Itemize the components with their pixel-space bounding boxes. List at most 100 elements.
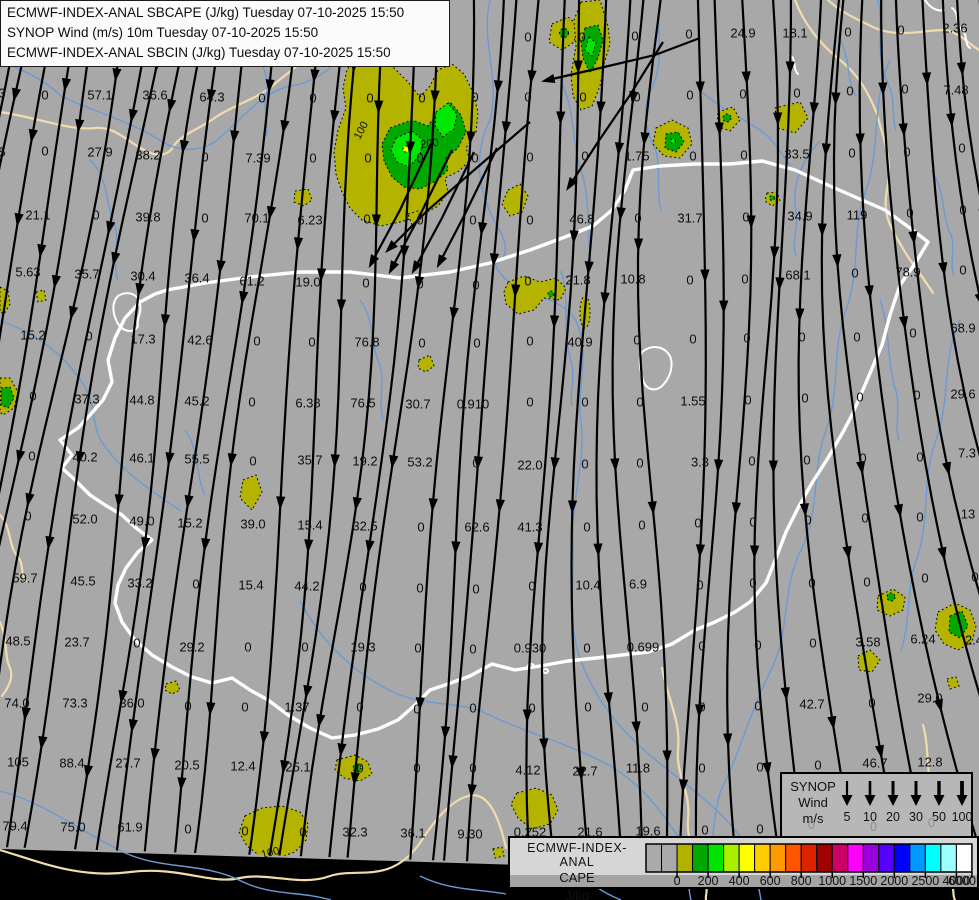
wind-arrow-icon xyxy=(933,795,945,806)
wind-arrow-icon xyxy=(910,795,922,806)
station-value: 46.1 xyxy=(129,451,154,466)
station-value: 6.24 xyxy=(910,632,935,647)
station-value: 0 xyxy=(133,636,140,651)
station-value: 0 xyxy=(362,276,369,291)
wind-arrow-icon xyxy=(864,795,876,806)
station-value: 0 xyxy=(749,515,756,530)
station-value: 0 xyxy=(469,642,476,657)
station-value: 5.63 xyxy=(15,265,40,280)
station-value: 18.1 xyxy=(782,26,807,41)
station-value: 0 xyxy=(743,331,750,346)
cape-color-cell xyxy=(847,843,864,873)
cape-tick-label: 400 xyxy=(729,874,750,887)
station-value: 11.8 xyxy=(626,761,650,776)
station-value: 36.1 xyxy=(400,826,425,841)
station-value: 10.4 xyxy=(575,578,600,593)
station-value: 0 xyxy=(859,451,866,466)
station-value: 29.2 xyxy=(179,640,204,655)
weather-map-canvas: 100 200 100 0 0 0 0 24.9 18.1 0 0 2.36 3 0 57.1 36.6 64.… xyxy=(0,0,979,900)
station-value: 0 xyxy=(28,449,35,464)
station-value: 119 xyxy=(847,208,868,223)
station-value: 0 xyxy=(364,151,371,166)
station-value: 0 xyxy=(583,641,590,656)
ghost-station-zero: 0 xyxy=(808,818,815,832)
station-value: 0 xyxy=(471,90,478,105)
station-value: 40.9 xyxy=(567,335,592,350)
station-value: 0 xyxy=(754,699,761,714)
station-value: 1.37 xyxy=(284,700,309,715)
station-value: 0 xyxy=(848,146,855,161)
station-value: 0 xyxy=(798,330,805,345)
cape-patch xyxy=(722,113,732,123)
wind-speed-label: 20 xyxy=(886,810,900,824)
title-sbcape: ECMWF-INDEX-ANAL SBCAPE (J/kg) Tuesday 0… xyxy=(7,5,405,20)
station-value: 73.3 xyxy=(62,696,87,711)
station-value: 0 xyxy=(631,29,638,44)
station-value: 0 xyxy=(29,389,36,404)
station-value: 0 xyxy=(851,266,858,281)
station-value: 32.3 xyxy=(342,825,367,840)
station-value: 0 xyxy=(472,278,479,293)
station-value: 15.2 xyxy=(20,328,45,343)
cape-tick-label: 600 xyxy=(760,874,781,887)
station-value: 24.9 xyxy=(730,26,755,41)
station-value: 35.7 xyxy=(297,453,322,468)
station-value: 0 xyxy=(578,30,585,45)
station-value: 0 xyxy=(638,518,645,533)
station-value: 0 xyxy=(416,581,423,596)
station-value: 2.4 xyxy=(965,633,979,648)
station-value: 0 xyxy=(309,151,316,166)
station-value: 0 xyxy=(581,149,588,164)
station-value: 0 xyxy=(526,213,533,228)
station-value: 0 xyxy=(414,641,421,656)
station-value: 0 xyxy=(641,700,648,715)
station-value: 0 xyxy=(583,520,590,535)
cape-color-cell xyxy=(723,843,740,873)
station-value: 0 xyxy=(309,91,316,106)
station-value: 39.8 xyxy=(135,210,160,225)
station-value: 0 xyxy=(856,390,863,405)
station-value: 1.55 xyxy=(680,394,705,409)
station-value: 1.75 xyxy=(624,149,649,164)
station-value: 7.48 xyxy=(943,83,968,98)
station-value: 15.4 xyxy=(297,518,322,533)
station-value: 0 xyxy=(301,640,308,655)
station-value: 4.12 xyxy=(515,763,540,778)
station-value: 0 xyxy=(793,86,800,101)
station-value: 0 xyxy=(698,639,705,654)
station-value: 0 xyxy=(416,151,423,166)
station-value: 0 xyxy=(903,145,910,160)
station-value: 40.2 xyxy=(72,450,97,465)
station-value: 0 xyxy=(748,454,755,469)
station-value: 0 xyxy=(694,516,701,531)
cape-color-cell xyxy=(769,843,787,873)
station-value: 0 xyxy=(241,824,248,839)
station-value: 0 xyxy=(469,701,476,716)
station-value: 3.3 xyxy=(691,455,709,470)
station-value: 0 xyxy=(418,336,425,351)
station-value: 39.0 xyxy=(240,517,265,532)
cape-tick-label: 2000 xyxy=(880,874,908,887)
station-value: 6.23 xyxy=(297,213,322,228)
station-value: 6.38 xyxy=(295,396,320,411)
station-value: 76.8 xyxy=(354,335,379,350)
station-value: 0 xyxy=(916,450,923,465)
station-value: 37.3 xyxy=(74,392,99,407)
cape-color-cell xyxy=(878,843,895,873)
station-value: 0.699 xyxy=(627,640,660,655)
station-value: 45.2 xyxy=(184,394,209,409)
station-value: 0 xyxy=(584,700,591,715)
station-value: 31.7 xyxy=(677,211,702,226)
station-value: 30.4 xyxy=(130,269,155,284)
station-value: 41.3 xyxy=(517,520,542,535)
wind-arrow-icon xyxy=(956,795,968,806)
station-value: 13 xyxy=(961,507,975,522)
station-value: 10.8 xyxy=(620,272,645,287)
cape-colorbar: 0 200 400 600 800 1000 1500 2000 2500 40006000 xyxy=(645,843,976,887)
station-value: 36.0 xyxy=(119,696,144,711)
station-value: 0 xyxy=(184,699,191,714)
wind-speed-label: 30 xyxy=(909,810,923,824)
station-value: 0 xyxy=(686,88,693,103)
station-value: 0 xyxy=(417,520,424,535)
station-value: 45.5 xyxy=(70,574,95,589)
